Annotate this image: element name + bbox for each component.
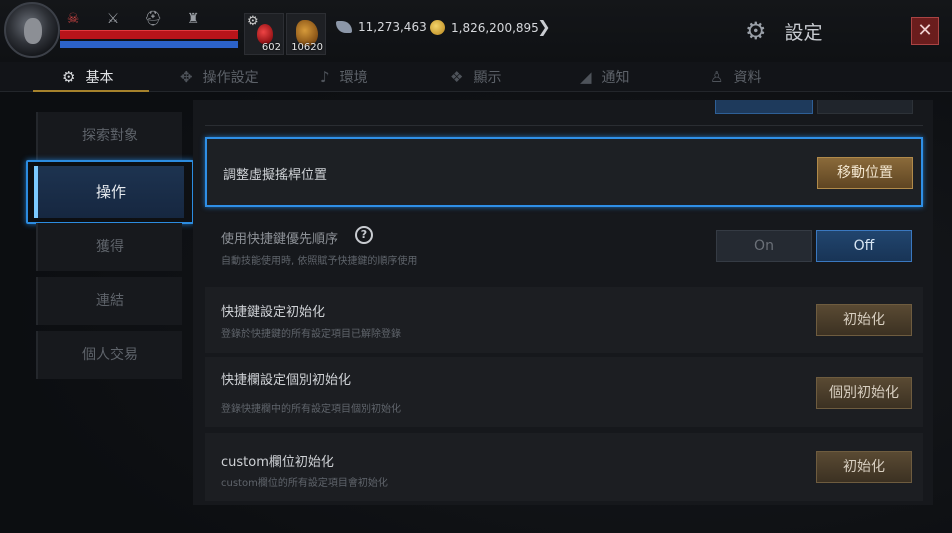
shortcut-priority-desc: 自動技能使用時, 依照賦予快捷鍵的順序使用 bbox=[221, 256, 418, 267]
custom-reset-desc: custom欄位的所有設定項目會初始化 bbox=[221, 478, 388, 489]
shortcut-reset-button[interactable]: 初始化 bbox=[816, 304, 912, 336]
scrolled-button-stub bbox=[715, 100, 813, 114]
sword-icon: ⚔ bbox=[106, 11, 120, 27]
feather-amount: 11,273,463 bbox=[358, 20, 427, 34]
side-item-personal-trade[interactable]: 個人交易 bbox=[36, 331, 182, 379]
toggle-on-button[interactable]: On bbox=[716, 230, 812, 262]
tab-basic[interactable]: ⚙ 基本 bbox=[62, 66, 113, 88]
feather-currency: 11,273,463 bbox=[336, 20, 427, 34]
shortcut-reset-title: 快捷鍵設定初始化 bbox=[221, 305, 326, 320]
shortcutbar-reset-title: 快捷欄設定個別初始化 bbox=[221, 373, 352, 388]
shortcutbar-reset-desc: 登錄快捷欄中的所有設定項目個別初始化 bbox=[221, 404, 401, 415]
settings-content: 調整虛擬搖桿位置 移動位置 使用快捷鍵優先順序 ? 自動技能使用時, 依照賦予快… bbox=[193, 100, 933, 505]
tab-bar: ⚙ 基本 ✥ 操作設定 ♪ 環境 ❖ 顯示 ◢ 通知 ♙ 資料 bbox=[0, 62, 952, 92]
user-icon: ♙ bbox=[710, 68, 724, 86]
dpad-icon: ✥ bbox=[180, 68, 193, 86]
potion-slot[interactable]: ⚙ 602 bbox=[244, 13, 284, 55]
tab-label: 操作設定 bbox=[202, 70, 259, 86]
music-note-icon: ♪ bbox=[320, 68, 330, 86]
skull-icon: ☠ bbox=[66, 11, 80, 27]
shortcut-priority-row: 使用快捷鍵優先順序 ? 自動技能使用時, 依照賦予快捷鍵的順序使用 On Off bbox=[205, 218, 923, 276]
custom-reset-title: custom欄位初始化 bbox=[221, 455, 334, 470]
joystick-position-row: 調整虛擬搖桿位置 移動位置 bbox=[205, 137, 923, 207]
shortcut-reset-row: 快捷鍵設定初始化 登錄於快捷鍵的所有設定項目已解除登錄 初始化 bbox=[205, 287, 923, 353]
shortcutbar-reset-button[interactable]: 個別初始化 bbox=[816, 377, 912, 409]
tab-label: 基本 bbox=[85, 70, 114, 86]
move-position-button[interactable]: 移動位置 bbox=[817, 157, 913, 189]
auto-gear-icon: ⚙ bbox=[247, 14, 259, 29]
feather-icon bbox=[336, 21, 352, 33]
tab-label: 通知 bbox=[601, 70, 630, 86]
tab-label: 顯示 bbox=[473, 70, 502, 86]
help-icon[interactable]: ? bbox=[355, 226, 373, 244]
toggle-off-button[interactable]: Off bbox=[816, 230, 912, 262]
gear-icon: ⚙ bbox=[62, 68, 76, 86]
potion-icon bbox=[257, 24, 273, 44]
megaphone-icon: ◢ bbox=[580, 68, 592, 86]
shortcut-priority-title: 使用快捷鍵優先順序 bbox=[221, 232, 339, 247]
avatar-face bbox=[24, 18, 42, 44]
custom-reset-row: custom欄位初始化 custom欄位的所有設定項目會初始化 初始化 bbox=[205, 433, 923, 501]
top-bar: ☠ ⚔ ⛑ ♜ ⚙ 602 10620 11,273,463 1,826,200… bbox=[0, 0, 952, 62]
custom-reset-button[interactable]: 初始化 bbox=[816, 451, 912, 483]
settings-gear-icon: ⚙ bbox=[745, 17, 767, 45]
side-item-acquire[interactable]: 獲得 bbox=[36, 223, 182, 271]
tab-profile[interactable]: ♙ 資料 bbox=[710, 66, 761, 88]
settings-title: ⚙ 設定 bbox=[745, 17, 823, 45]
tab-controls[interactable]: ✥ 操作設定 bbox=[180, 66, 259, 88]
joystick-title: 調整虛擬搖桿位置 bbox=[223, 168, 328, 183]
side-item-link[interactable]: 連結 bbox=[36, 277, 182, 325]
side-item-controls[interactable]: 操作 bbox=[34, 166, 184, 218]
horn-slot[interactable]: 10620 bbox=[286, 13, 326, 55]
tab-label: 環境 bbox=[339, 70, 368, 86]
side-item-explore-target[interactable]: 探索對象 bbox=[36, 112, 182, 160]
page-title: 設定 bbox=[784, 21, 823, 44]
status-icons: ☠ ⚔ ⛑ ♜ bbox=[64, 10, 202, 28]
gold-currency: 1,826,200,895 bbox=[430, 20, 539, 35]
helmet-icon: ⛑ bbox=[144, 11, 162, 27]
mp-bar bbox=[60, 41, 238, 48]
potion-count: 602 bbox=[261, 42, 281, 53]
tab-environment[interactable]: ♪ 環境 bbox=[320, 66, 368, 88]
gold-coin-icon bbox=[430, 20, 445, 35]
tab-label: 資料 bbox=[733, 70, 762, 86]
hp-bar bbox=[60, 30, 238, 39]
tab-display[interactable]: ❖ 顯示 bbox=[450, 66, 501, 88]
expand-arrow-icon[interactable]: ❯ bbox=[534, 17, 554, 37]
shortcutbar-reset-row: 快捷欄設定個別初始化 登錄快捷欄中的所有設定項目個別初始化 個別初始化 bbox=[205, 357, 923, 427]
display-icon: ❖ bbox=[450, 68, 464, 86]
gold-amount: 1,826,200,895 bbox=[451, 20, 539, 35]
trophy-icon: ♜ bbox=[186, 11, 200, 27]
divider bbox=[205, 125, 923, 126]
close-button[interactable]: ✕ bbox=[911, 17, 939, 45]
active-tab-underline bbox=[33, 90, 149, 92]
tab-notification[interactable]: ◢ 通知 bbox=[580, 66, 630, 88]
shortcut-reset-desc: 登錄於快捷鍵的所有設定項目已解除登錄 bbox=[221, 329, 401, 340]
avatar[interactable] bbox=[4, 2, 60, 58]
horn-count: 10620 bbox=[291, 42, 323, 53]
scrolled-button-stub bbox=[817, 100, 913, 114]
